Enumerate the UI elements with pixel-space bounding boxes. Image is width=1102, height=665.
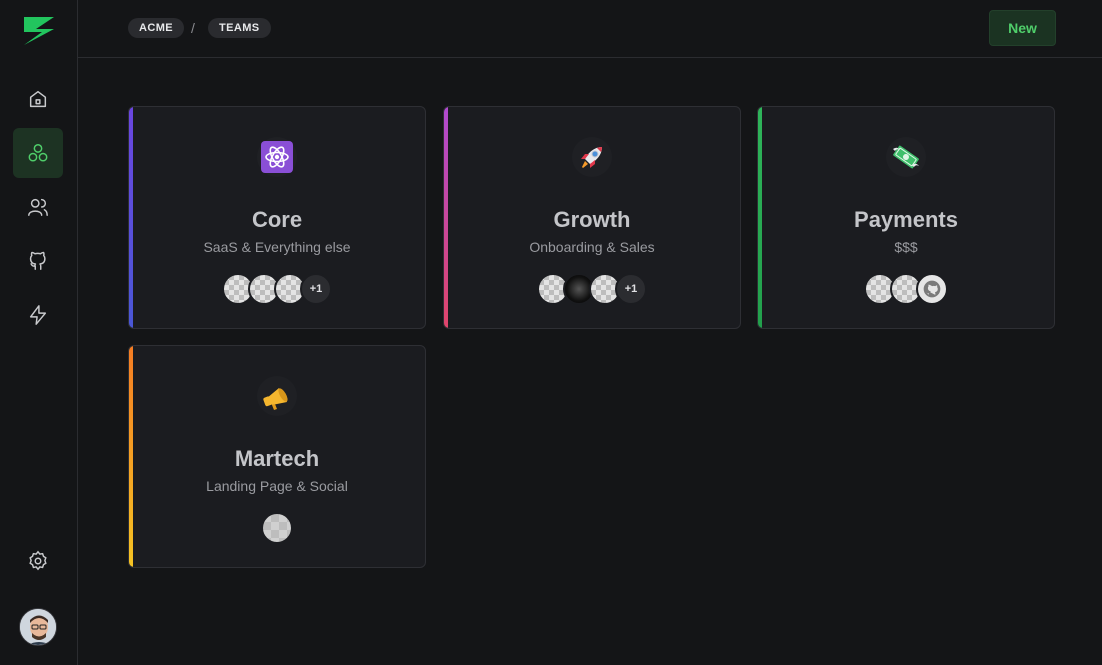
more-members-badge: +1 (300, 273, 332, 305)
team-members (758, 273, 1054, 305)
breadcrumb-teams[interactable]: TEAMS (208, 18, 271, 38)
sidebar-item-integrations[interactable] (13, 290, 63, 340)
team-description: Landing Page & Social (206, 478, 348, 494)
more-members-badge: +1 (615, 273, 647, 305)
gear-icon (29, 550, 47, 571)
home-icon (29, 90, 47, 108)
team-description: SaaS & Everything else (203, 239, 351, 255)
team-members: +1 (444, 273, 740, 305)
breadcrumb-acme[interactable]: ACME (128, 18, 184, 38)
sidebar-item-users[interactable] (13, 182, 63, 232)
teams-icon (28, 144, 48, 162)
sidebar-item-github[interactable] (13, 236, 63, 286)
github-icon (29, 251, 46, 270)
new-button[interactable]: New (989, 10, 1056, 46)
sidebar (0, 0, 78, 665)
team-name: Payments (854, 207, 958, 232)
money-icon (886, 137, 926, 177)
team-card-growth[interactable]: Growth Onboarding & Sales +1 (443, 106, 741, 329)
team-card-martech[interactable]: Martech Landing Page & Social (128, 345, 426, 568)
team-card-core[interactable]: Core SaaS & Everything else +1 (128, 106, 426, 329)
users-icon (28, 198, 48, 216)
team-name: Growth (553, 207, 631, 232)
avatar (916, 273, 948, 305)
sidebar-item-settings[interactable] (13, 536, 63, 586)
team-name: Core (251, 207, 303, 232)
lightning-icon (29, 305, 47, 325)
breadcrumb-separator: / (191, 20, 195, 36)
team-card-payments[interactable]: Payments $$$ (757, 106, 1055, 329)
top-bar: ACME / TEAMS New (78, 0, 1102, 58)
avatar[interactable] (19, 608, 57, 646)
megaphone-icon (257, 376, 297, 416)
avatar (261, 512, 293, 544)
team-description: $$$ (894, 239, 918, 255)
atom-icon (257, 137, 297, 177)
team-members: +1 (129, 273, 425, 305)
sidebar-item-teams[interactable] (13, 128, 63, 178)
rocket-icon (572, 137, 612, 177)
team-description: Onboarding & Sales (529, 239, 655, 255)
team-name: Martech (234, 446, 320, 471)
logo-icon[interactable] (22, 15, 56, 47)
team-members (129, 512, 425, 544)
sidebar-item-home[interactable] (13, 74, 63, 124)
